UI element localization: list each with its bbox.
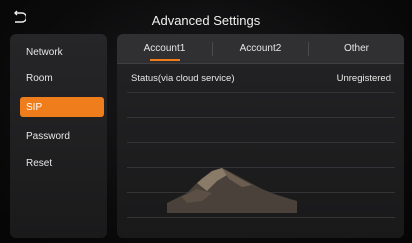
status-value: Unregistered xyxy=(336,72,391,84)
header: Advanced Settings xyxy=(0,0,412,34)
page-title: Advanced Settings xyxy=(151,13,261,28)
status-row: Status(via cloud service) Unregistered xyxy=(131,67,391,89)
row-divider xyxy=(127,117,395,118)
sidebar-item-room[interactable]: Room xyxy=(20,68,104,88)
sidebar-item-reset[interactable]: Reset xyxy=(20,153,104,173)
screen: Advanced Settings Network Room SIP Passw… xyxy=(0,0,412,243)
row-divider xyxy=(127,217,395,218)
tab-bar: Account1 Account2 Other xyxy=(117,34,404,64)
tab-account2[interactable]: Account2 xyxy=(213,34,308,63)
sidebar-item-network[interactable]: Network xyxy=(20,42,104,62)
sidebar-item-password[interactable]: Password xyxy=(20,126,104,146)
sidebar: Network Room SIP Password Reset xyxy=(10,34,107,238)
settings-panel: Account1 Account2 Other Status(via cloud… xyxy=(117,34,404,238)
sidebar-item-sip[interactable]: SIP xyxy=(20,97,104,117)
tab-other[interactable]: Other xyxy=(309,34,404,63)
row-divider xyxy=(127,142,395,143)
mountain-illustration xyxy=(167,168,297,213)
row-divider xyxy=(127,92,395,93)
active-tab-indicator xyxy=(150,59,180,61)
status-label: Status(via cloud service) xyxy=(131,72,235,84)
